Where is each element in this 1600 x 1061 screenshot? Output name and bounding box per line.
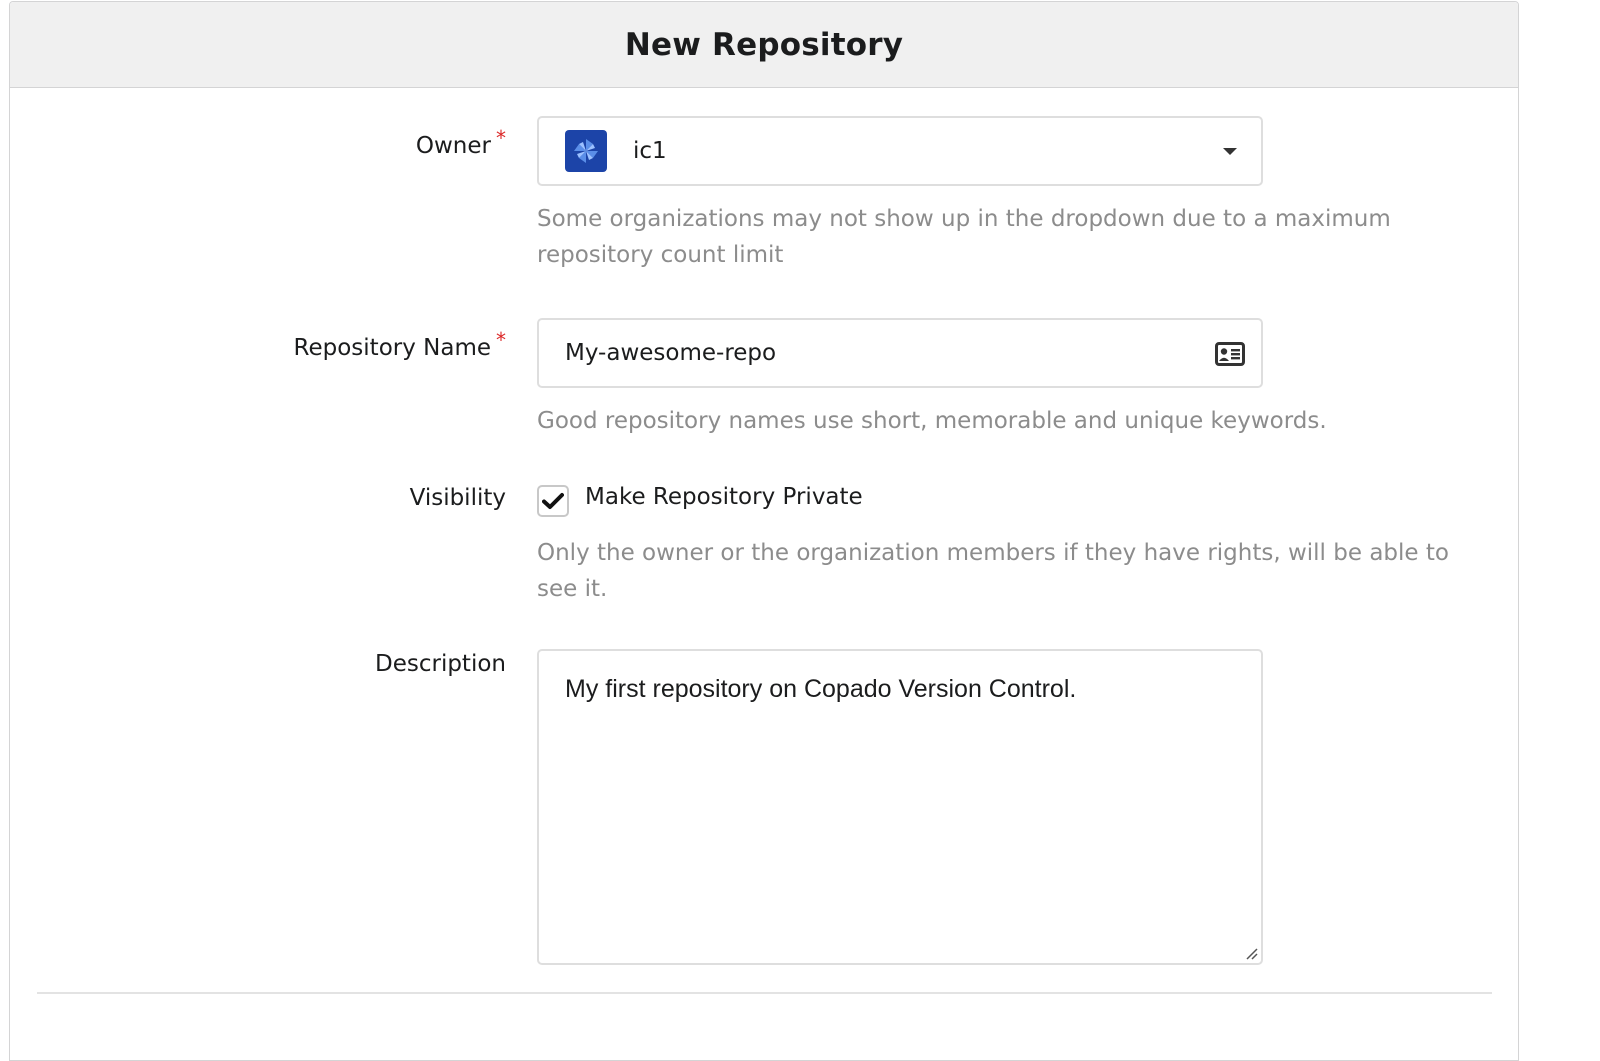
private-checkbox[interactable] bbox=[537, 485, 569, 517]
owner-dropdown[interactable]: ic1 bbox=[537, 116, 1263, 186]
pinwheel-icon bbox=[574, 139, 598, 163]
owner-label-text: Owner bbox=[415, 133, 491, 159]
owner-avatar-icon bbox=[565, 130, 607, 172]
page-title: New Repository bbox=[624, 26, 904, 63]
private-checkbox-label[interactable]: Make Repository Private bbox=[585, 484, 863, 510]
new-repository-panel: New Repository Owner * ic1 Some organiza… bbox=[9, 1, 1519, 1061]
resize-handle-icon[interactable] bbox=[1243, 945, 1259, 961]
description-field[interactable]: My first repository on Copado Version Co… bbox=[537, 649, 1263, 965]
repository-name-field[interactable] bbox=[537, 318, 1263, 388]
description-label: Description bbox=[375, 651, 506, 677]
contact-card-icon bbox=[1215, 342, 1245, 366]
repository-name-help-text: Good repository names use short, memorab… bbox=[537, 408, 1327, 434]
checkmark-icon bbox=[542, 493, 564, 509]
owner-help-text: Some organizations may not show up in th… bbox=[537, 206, 1391, 268]
repository-name-label: Repository Name * bbox=[293, 328, 506, 361]
visibility-label: Visibility bbox=[409, 485, 506, 511]
repository-name-input[interactable] bbox=[539, 320, 1261, 386]
owner-label: Owner * bbox=[415, 126, 506, 159]
required-marker: * bbox=[496, 328, 506, 352]
form-divider bbox=[37, 992, 1492, 994]
required-marker: * bbox=[496, 126, 506, 150]
visibility-help-text: Only the owner or the organization membe… bbox=[537, 540, 1449, 602]
chevron-down-icon[interactable] bbox=[1223, 148, 1237, 155]
panel-header: New Repository bbox=[10, 2, 1518, 88]
repository-name-label-text: Repository Name bbox=[293, 335, 491, 361]
owner-selected-value: ic1 bbox=[633, 138, 667, 164]
description-textarea[interactable]: My first repository on Copado Version Co… bbox=[539, 651, 1261, 963]
